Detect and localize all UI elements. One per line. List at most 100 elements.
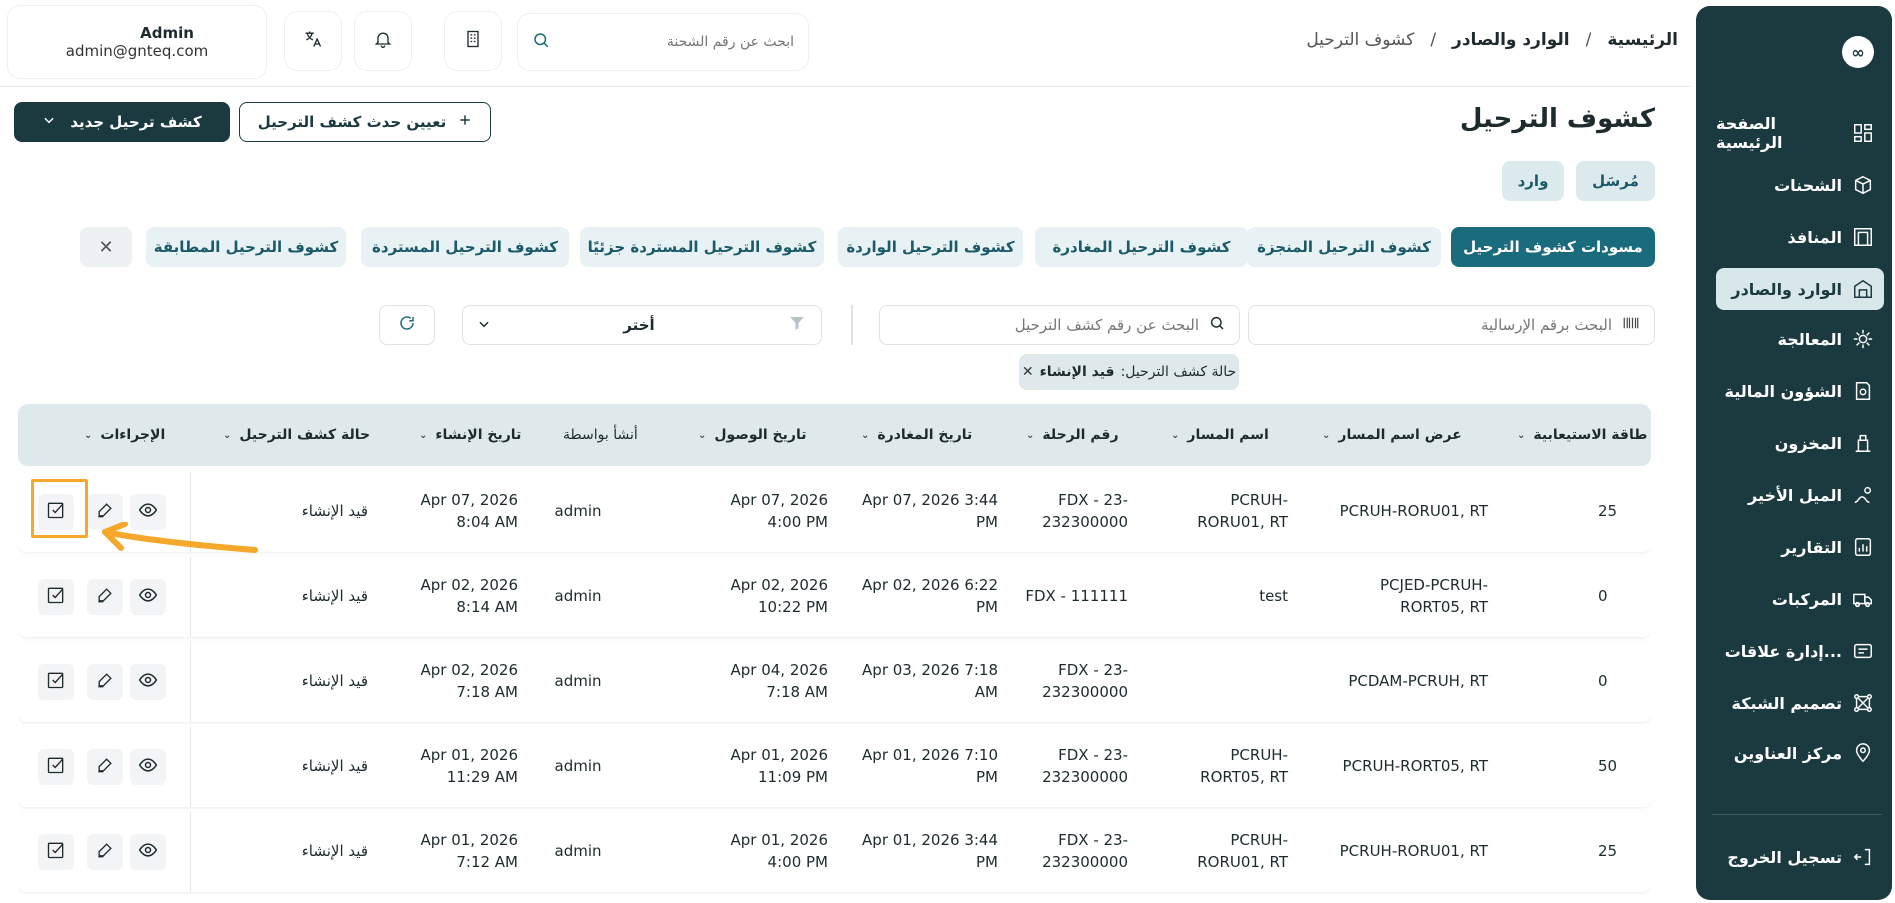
processing-icon [1852, 328, 1874, 350]
package-icon [1852, 174, 1874, 196]
complete-button[interactable] [38, 834, 74, 870]
header-route-name[interactable]: اسم المسار ⌄ [1171, 404, 1269, 466]
edit-button[interactable] [87, 749, 123, 785]
sidebar-item-ports[interactable]: المنافذ [1716, 216, 1884, 258]
eye-icon [138, 840, 158, 864]
toggle-incoming[interactable]: وارد [1502, 161, 1564, 201]
warehouse-icon [1852, 278, 1874, 300]
breadcrumb: الرئيسية / الوارد والصادر / كشوف الترحيل [1306, 30, 1678, 50]
sidebar-item-shipments[interactable]: الشحنات [1716, 164, 1884, 206]
sidebar-item-vehicles[interactable]: المركبات [1716, 578, 1884, 620]
sidebar-item-label: الوارد والصادر [1731, 279, 1842, 299]
cell-flight: FDX - 23- 232300000 [1042, 491, 1128, 531]
sidebar-item-label: إدارة علاقات... [1724, 641, 1842, 661]
header-route-display[interactable]: عرض اسم المسار ⌄ [1322, 404, 1462, 466]
tab-incoming[interactable]: كشوف الترحيل الواردة [838, 227, 1023, 267]
tab-departed[interactable]: كشوف الترحيل المغادرة [1035, 227, 1248, 267]
sidebar-item-finance[interactable]: الشؤون المالية [1716, 370, 1884, 412]
app-logo[interactable]: ∞ [1842, 36, 1874, 68]
sidebar-item-label: الشحنات [1774, 175, 1842, 195]
sidebar-divider [1712, 814, 1882, 815]
sidebar-item-home[interactable]: الصفحة الرئيسية [1716, 112, 1884, 154]
shipment-search[interactable] [518, 14, 808, 70]
tab-completed[interactable]: كشوف الترحيل المنجزة [1247, 227, 1441, 267]
organization-button[interactable] [445, 12, 501, 70]
edit-button[interactable] [87, 579, 123, 615]
toggle-sent[interactable]: مُرسَل [1576, 161, 1655, 201]
header-arrival[interactable]: تاريخ الوصول ⌄ [698, 404, 806, 466]
chip-label: حالة كشف الترحيل: [1120, 364, 1237, 380]
cell-route-name: PCRUH- RORT05, RT [1200, 746, 1288, 786]
status-select-value: أختر [623, 316, 655, 334]
user-card[interactable]: Admin admin@gnteq.com [8, 6, 266, 78]
cell-departure: Apr 03, 2026 7:18 AM [862, 661, 998, 701]
sidebar-item-addresses[interactable]: مركز العناوين [1716, 732, 1884, 774]
waybill-search[interactable] [1248, 305, 1655, 345]
edit-button[interactable] [87, 664, 123, 700]
new-manifest-button[interactable]: كشف ترحيل جديد [14, 102, 230, 142]
status-select[interactable]: أختر [462, 305, 822, 345]
sidebar-item-label: التقارير [1781, 537, 1842, 557]
chevron-down-icon: ⌄ [1171, 429, 1180, 441]
logout-button[interactable]: تسجيل الخروج [1716, 836, 1884, 878]
finance-icon [1852, 380, 1874, 402]
table-row[interactable]: 0 PCJED-PCRUH- RORT05, RT test FDX - 111111… [18, 557, 1651, 637]
cell-departure: Apr 01, 2026 7:10 PM [862, 746, 998, 786]
refresh-button[interactable] [379, 305, 435, 345]
building-icon [1852, 226, 1874, 248]
complete-button[interactable] [38, 749, 74, 785]
search-icon [532, 31, 550, 53]
view-button[interactable] [130, 664, 166, 700]
table-row[interactable]: 25 PCRUH-RORU01, RT PCRUH- RORU01, RT FDX -… [18, 812, 1651, 892]
breadcrumb-home[interactable]: الرئيسية [1607, 30, 1678, 50]
cell-route-display: PCDAM-PCRUH, RT [1348, 672, 1488, 691]
sidebar-item-label: تصميم الشبكة [1731, 693, 1842, 713]
refresh-icon [398, 314, 416, 336]
manifest-search[interactable] [879, 305, 1240, 345]
header-flight[interactable]: رقم الرحلة ⌄ [1026, 404, 1119, 466]
shipment-search-input[interactable] [560, 34, 794, 50]
waybill-search-input[interactable] [1263, 316, 1612, 334]
tab-drafts[interactable]: مسودات كشوف الترحيل [1451, 227, 1655, 267]
close-icon[interactable]: ✕ [1022, 364, 1034, 380]
sidebar-item-inventory[interactable]: المخزون [1716, 422, 1884, 464]
header-status[interactable]: حالة كشف الترحيل ⌄ [223, 404, 370, 466]
tab-partially-recovered[interactable]: كشوف الترحيل المستردة جزئيًا [580, 227, 824, 267]
header-created-at[interactable]: تاريخ الإنشاء ⌄ [419, 404, 521, 466]
highlight-box [31, 479, 88, 538]
network-icon [1852, 692, 1874, 714]
sidebar-item-processing[interactable]: المعالجة [1716, 318, 1884, 360]
sidebar-item-last-mile[interactable]: الميل الأخير [1716, 474, 1884, 516]
tab-matched[interactable]: كشوف الترحيل المطابقة [146, 227, 346, 267]
active-filter-chip[interactable]: حالة كشف الترحيل: قيد الإنشاء ✕ [1019, 354, 1239, 390]
sidebar-item-crm[interactable]: إدارة علاقات... [1716, 630, 1884, 672]
view-button[interactable] [130, 749, 166, 785]
sidebar-item-network[interactable]: تصميم الشبكة [1716, 682, 1884, 724]
table-row[interactable]: 50 PCRUH-RORT05, RT PCRUH- RORT05, RT FDX -… [18, 727, 1651, 807]
cell-capacity: 25 [1598, 502, 1618, 521]
view-button[interactable] [130, 579, 166, 615]
close-tabs-button[interactable]: ✕ [80, 227, 132, 267]
language-button[interactable] [285, 12, 341, 70]
assign-event-button[interactable]: تعيين حدث كشف الترحيل [239, 102, 491, 142]
table-row[interactable]: 0 PCDAM-PCRUH, RT FDX - 23- 232300000 Apr 0… [18, 642, 1651, 722]
complete-button[interactable] [38, 664, 74, 700]
building-icon [463, 29, 483, 53]
notifications-button[interactable] [355, 12, 411, 70]
sidebar-item-reports[interactable]: التقارير [1716, 526, 1884, 568]
chevron-down-icon: ⌄ [419, 429, 428, 441]
complete-button[interactable] [38, 579, 74, 615]
sidebar-item-inbound-outbound[interactable]: الوارد والصادر [1716, 268, 1884, 310]
pencil-icon [95, 755, 115, 779]
header-capacity[interactable]: طاقة الاستيعابية ⌄ [1517, 404, 1647, 466]
cell-route-name: test [1259, 587, 1288, 606]
checkbox-icon [46, 755, 66, 779]
view-button[interactable] [130, 834, 166, 870]
cell-flight: FDX - 23- 232300000 [1042, 746, 1128, 786]
manifest-search-input[interactable] [894, 316, 1199, 334]
header-departure[interactable]: تاريخ المغادرة ⌄ [861, 404, 972, 466]
breadcrumb-section[interactable]: الوارد والصادر [1452, 30, 1570, 50]
edit-button[interactable] [87, 834, 123, 870]
header-actions[interactable]: الإجراءات ⌄ [84, 404, 165, 466]
tab-recovered[interactable]: كشوف الترحيل المستردة [361, 227, 569, 267]
